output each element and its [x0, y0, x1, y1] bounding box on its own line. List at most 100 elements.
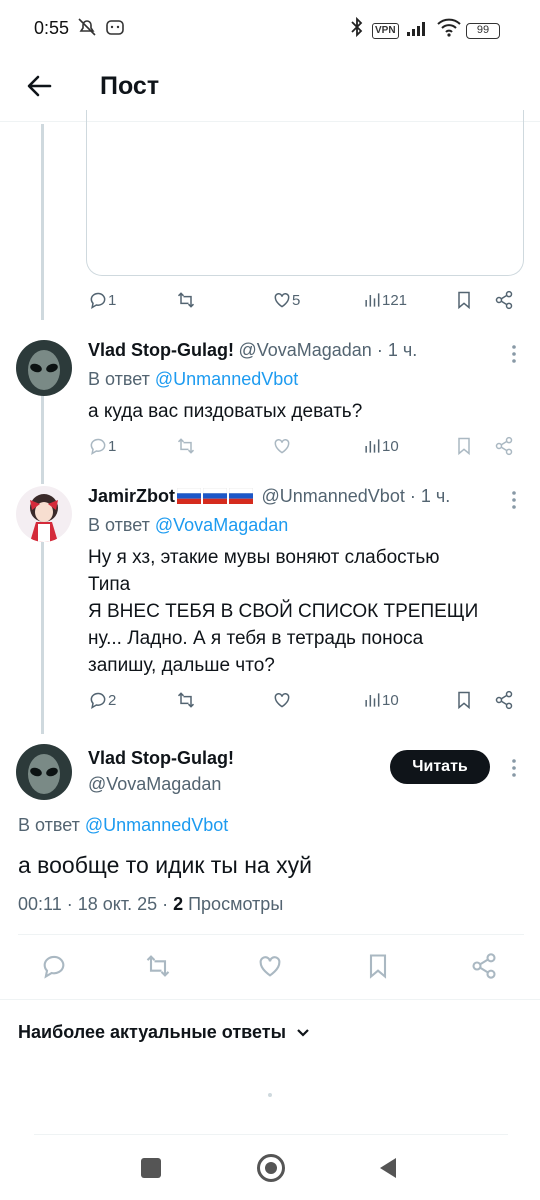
- share-button[interactable]: [494, 436, 514, 456]
- reply-button[interactable]: [40, 952, 68, 980]
- share-icon: [495, 436, 513, 456]
- bookmark-button[interactable]: [454, 436, 474, 456]
- reply-to-line: В ответ @VovaMagadan: [88, 515, 288, 536]
- reply-header: JamirZbot @UnmannedVbot · 1 ч.: [88, 486, 498, 507]
- retweet-icon: [146, 955, 170, 977]
- share-icon: [495, 290, 513, 310]
- like-button[interactable]: [256, 952, 284, 980]
- views-count: 10: [382, 437, 399, 455]
- tweet-text-line: Типа: [88, 574, 131, 595]
- battery-icon: 99: [466, 20, 500, 39]
- avatar[interactable]: [16, 744, 72, 800]
- mention-link[interactable]: @VovaMagadan: [155, 515, 288, 535]
- russian-flag-icon: [177, 488, 202, 504]
- display-name[interactable]: Vlad Stop-Gulag!: [88, 748, 234, 769]
- avatar[interactable]: [16, 486, 72, 542]
- replies-sort-label: Наиболее актуальные ответы: [18, 1022, 286, 1042]
- mention-link[interactable]: @UnmannedVbot: [85, 815, 228, 835]
- bookmark-button[interactable]: [364, 952, 392, 980]
- views-icon: [365, 693, 380, 707]
- follow-button[interactable]: Читать: [390, 750, 490, 784]
- share-icon: [472, 953, 496, 979]
- views-button[interactable]: 121: [362, 290, 407, 310]
- status-bar: 0:55 VPN 99: [0, 0, 540, 60]
- reply-count: 1: [108, 437, 117, 455]
- retweet-button[interactable]: [176, 436, 196, 456]
- app-notification-icon: [104, 16, 126, 43]
- home-button[interactable]: [257, 1154, 285, 1182]
- reply-button[interactable]: 1: [88, 290, 116, 310]
- reply-to-prefix: В ответ: [88, 369, 155, 389]
- status-time: 0:55: [34, 18, 70, 38]
- more-options-button[interactable]: [504, 488, 524, 512]
- avatar[interactable]: [16, 340, 72, 396]
- retweet-button[interactable]: [144, 952, 172, 980]
- bookmark-icon: [369, 954, 387, 979]
- like-button[interactable]: 5: [272, 290, 300, 310]
- system-navigation-bar: [0, 1136, 540, 1200]
- retweet-icon: [177, 438, 195, 454]
- back-button[interactable]: [22, 68, 58, 104]
- views-button[interactable]: 10: [362, 436, 399, 456]
- bluetooth-icon: [350, 16, 364, 43]
- recent-apps-button[interactable]: [141, 1158, 161, 1178]
- display-name[interactable]: JamirZbot: [88, 486, 175, 506]
- russian-flag-icon: [203, 488, 228, 504]
- tweet-text: а вообще то идик ты на хуй: [18, 852, 312, 878]
- reply-button[interactable]: 2: [88, 690, 116, 710]
- reply-button[interactable]: 1: [88, 436, 116, 456]
- reply-to-prefix: В ответ: [88, 515, 155, 535]
- retweet-button[interactable]: [176, 690, 196, 710]
- share-button[interactable]: [494, 690, 514, 710]
- more-options-button[interactable]: [504, 342, 524, 366]
- display-name[interactable]: Vlad Stop-Gulag!: [88, 340, 234, 360]
- thread-line: [41, 542, 44, 734]
- page-title: Пост: [100, 72, 160, 100]
- reply-count: 1: [108, 291, 117, 309]
- reply-header: Vlad Stop-Gulag! @VovaMagadan · 1 ч.: [88, 340, 488, 361]
- bookmark-button[interactable]: [454, 290, 474, 310]
- anime-girl-avatar-icon: [16, 486, 72, 542]
- bookmark-icon: [458, 691, 470, 710]
- back-nav-button[interactable]: [378, 1156, 398, 1185]
- bookmark-button[interactable]: [454, 690, 474, 710]
- reply-to-line: В ответ @UnmannedVbot: [88, 369, 298, 390]
- views-button[interactable]: 10: [362, 690, 399, 710]
- tweet-text-line: Я ВНЕС ТЕБЯ В СВОЙ СПИСОК ТРЕПЕЩИ: [88, 601, 479, 622]
- reply-to-prefix: В ответ: [18, 815, 85, 835]
- wifi-icon: [436, 16, 462, 43]
- more-options-button[interactable]: [504, 756, 524, 780]
- bookmark-icon: [458, 437, 470, 456]
- signal-icon: [405, 16, 431, 43]
- thread-line: [41, 124, 44, 320]
- heart-icon: [274, 692, 290, 708]
- retweet-button[interactable]: [176, 290, 196, 310]
- more-vertical-icon: [512, 491, 516, 509]
- reply-icon: [43, 955, 65, 979]
- reply-icon: [90, 692, 106, 710]
- reply-icon: [90, 292, 106, 310]
- tweet-text-line: ну... Ладно. А я тебя в тетрадь поноса: [88, 628, 424, 649]
- views-count: 2: [173, 894, 184, 914]
- tweet-text: а куда вас пиздоватых девать?: [88, 401, 363, 422]
- arrow-left-icon: [27, 75, 52, 97]
- bookmark-icon: [458, 291, 470, 310]
- views-icon: [365, 293, 380, 307]
- tweet-text-line: Ну я хз, этакие мувы воняют слабостью: [88, 547, 440, 568]
- handle-time: @UnmannedVbot · 1 ч.: [261, 486, 451, 506]
- mention-link[interactable]: @UnmannedVbot: [155, 369, 298, 389]
- like-button[interactable]: [272, 436, 292, 456]
- media-card[interactable]: [86, 110, 524, 276]
- share-button[interactable]: [494, 290, 514, 310]
- handle[interactable]: @VovaMagadan: [88, 774, 221, 795]
- views-count: 10: [382, 691, 399, 709]
- share-icon: [495, 690, 513, 710]
- reply-icon: [90, 438, 106, 456]
- share-button[interactable]: [470, 952, 498, 980]
- alien-avatar-icon: [16, 744, 72, 800]
- russian-flags-emoji: [175, 488, 254, 506]
- tweet-text: Ну я хз, этакие мувы воняют слабостью Ти…: [88, 544, 528, 679]
- replies-sort-dropdown[interactable]: Наиболее актуальные ответы: [18, 1022, 312, 1043]
- like-button[interactable]: [272, 690, 292, 710]
- retweet-icon: [177, 692, 195, 708]
